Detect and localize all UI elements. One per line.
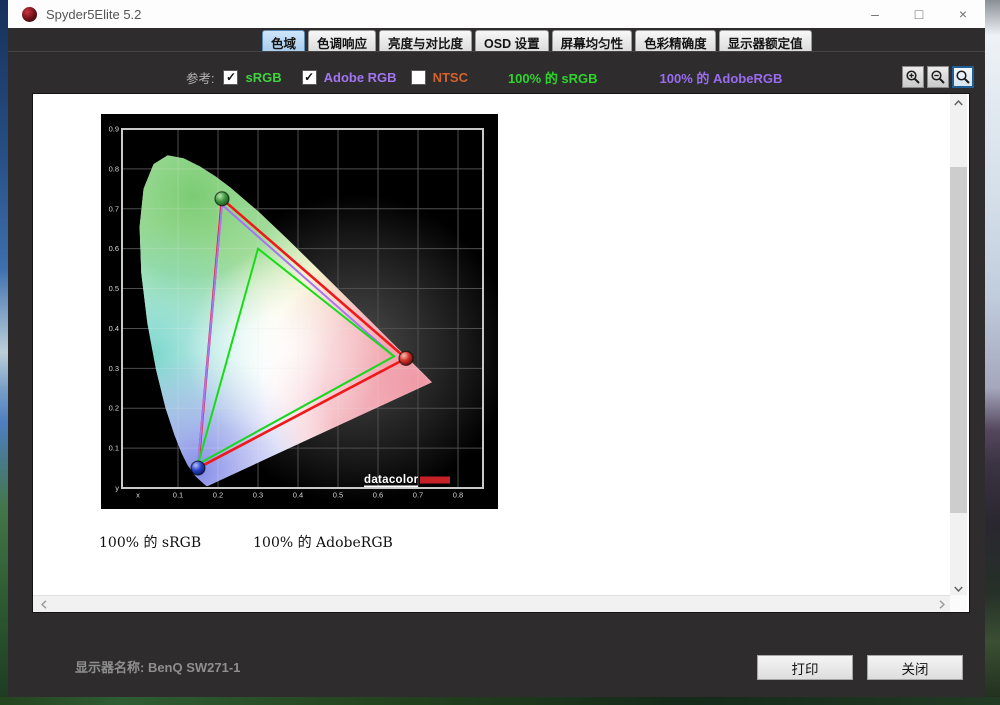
reference-checkbox-label: Adobe RGB bbox=[324, 70, 397, 85]
y-axis-label: y bbox=[115, 484, 119, 493]
zoom-in-icon bbox=[905, 69, 921, 85]
x-axis-tick-label: 0.8 bbox=[453, 491, 463, 500]
reference-checkbox[interactable] bbox=[223, 70, 238, 85]
reference-option: NTSC bbox=[411, 70, 468, 85]
zoom-out-icon bbox=[930, 69, 946, 85]
print-button[interactable]: 打印 bbox=[757, 655, 853, 680]
x-axis-label: x bbox=[136, 491, 140, 500]
x-axis-tick-label: 0.1 bbox=[173, 491, 183, 500]
window-controls: – □ × bbox=[853, 0, 985, 28]
reference-option: sRGB bbox=[223, 70, 281, 85]
x-axis-tick-label: 0.4 bbox=[293, 491, 303, 500]
reference-option: Adobe RGB bbox=[302, 70, 397, 85]
magnifier-icon bbox=[955, 69, 971, 85]
scroll-right-arrow-icon[interactable] bbox=[933, 596, 950, 613]
desktop-wallpaper-left bbox=[0, 0, 8, 705]
vertical-scroll-thumb[interactable] bbox=[950, 167, 967, 513]
reference-checkbox[interactable] bbox=[411, 70, 426, 85]
y-axis-tick-label: 0.4 bbox=[109, 324, 119, 333]
spyder-app-icon bbox=[22, 7, 37, 22]
tab-bar: 色域色调响应亮度与对比度OSD 设置屏幕均匀性色彩精确度显示器额定值 bbox=[8, 28, 985, 52]
tab-item[interactable]: 亮度与对比度 bbox=[379, 30, 472, 51]
tab-item[interactable]: 色调响应 bbox=[308, 30, 376, 51]
y-axis-tick-label: 0.1 bbox=[109, 444, 119, 453]
reference-label: 参考: bbox=[186, 68, 214, 87]
maximize-button[interactable]: □ bbox=[897, 0, 941, 28]
primary-marker-2 bbox=[191, 461, 205, 475]
datacolor-wordmark: datacolor bbox=[364, 474, 419, 486]
desktop-background: Spyder5Elite 5.2 – □ × 色域色调响应亮度与对比度OSD 设… bbox=[0, 0, 1000, 705]
reference-toolbar: 参考: sRGBAdobe RGBNTSC 100% 的 sRGB100% 的 … bbox=[8, 64, 985, 90]
close-window-button[interactable]: × bbox=[941, 0, 985, 28]
chromaticity-chart: datacolor 0.1 0.2 0.3 0.4 0.5 0.6 0.7 0.8 0.1 0.2… bbox=[101, 114, 498, 509]
zoom-out-button[interactable] bbox=[927, 66, 949, 88]
reference-checkbox-group: sRGB Adobe RGB NTSC bbox=[214, 70, 467, 85]
cie-diagram-svg: datacolor 0.1 0.2 0.3 0.4 0.5 0.6 0.7 0.8 0.1 0.2… bbox=[101, 114, 498, 509]
logo-underline bbox=[364, 486, 418, 488]
app-window: Spyder5Elite 5.2 – □ × 色域色调响应亮度与对比度OSD 设… bbox=[8, 0, 985, 697]
zoom-reset-button[interactable] bbox=[952, 66, 974, 88]
vertical-scrollbar[interactable] bbox=[950, 94, 967, 597]
window-title: Spyder5Elite 5.2 bbox=[46, 7, 141, 22]
scroll-left-arrow-icon[interactable] bbox=[35, 596, 52, 613]
logo-red-bar bbox=[420, 477, 450, 484]
primary-marker-0 bbox=[215, 192, 229, 206]
tab-item[interactable]: 屏幕均匀性 bbox=[552, 30, 633, 51]
x-axis-tick-label: 0.3 bbox=[253, 491, 263, 500]
reference-checkbox-label: sRGB bbox=[245, 70, 281, 85]
horizontal-scrollbar[interactable] bbox=[33, 595, 952, 612]
content-panel: datacolor 0.1 0.2 0.3 0.4 0.5 0.6 0.7 0.8 0.1 0.2… bbox=[32, 93, 970, 613]
tab-item[interactable]: 色域 bbox=[262, 30, 305, 51]
tab-item[interactable]: 色彩精确度 bbox=[635, 30, 716, 51]
tab-item[interactable]: OSD 设置 bbox=[475, 30, 549, 51]
scroll-up-arrow-icon[interactable] bbox=[950, 94, 967, 111]
x-axis-tick-label: 0.2 bbox=[213, 491, 223, 500]
y-axis-tick-label: 0.5 bbox=[109, 284, 119, 293]
y-axis-tick-label: 0.7 bbox=[109, 204, 119, 213]
title-bar: Spyder5Elite 5.2 – □ × bbox=[8, 0, 985, 28]
zoom-in-button[interactable] bbox=[902, 66, 924, 88]
desktop-wallpaper-bottom bbox=[0, 697, 1000, 705]
gamut-coverage-result: 100% 的 sRGB bbox=[508, 68, 598, 87]
y-axis-tick-label: 0.8 bbox=[109, 164, 119, 173]
reference-checkbox-label: NTSC bbox=[433, 70, 468, 85]
y-axis-tick-label: 0.3 bbox=[109, 364, 119, 373]
close-button[interactable]: 关闭 bbox=[867, 655, 963, 680]
minimize-button[interactable]: – bbox=[853, 0, 897, 28]
y-axis-tick-label: 0.9 bbox=[109, 124, 119, 133]
y-axis-tick-label: 0.6 bbox=[109, 244, 119, 253]
primary-marker-1 bbox=[399, 351, 413, 365]
gamut-result-caption: 100% 的 sRGB 100% 的 AdobeRGB bbox=[99, 532, 445, 552]
caption-item: 100% 的 AdobeRGB bbox=[253, 535, 393, 551]
y-axis-tick-label: 0.2 bbox=[109, 404, 119, 413]
caption-item: 100% 的 sRGB bbox=[99, 535, 201, 551]
x-axis-tick-label: 0.6 bbox=[373, 491, 383, 500]
zoom-toolbar bbox=[902, 66, 974, 88]
scrollbar-corner bbox=[950, 595, 967, 612]
gamut-result-group: 100% 的 sRGB 100% 的 AdobeRGB bbox=[468, 68, 782, 87]
x-axis-tick-label: 0.5 bbox=[333, 491, 343, 500]
monitor-name-label: 显示器名称: BenQ SW271-1 bbox=[75, 657, 240, 676]
reference-checkbox[interactable] bbox=[302, 70, 317, 85]
tab-item[interactable]: 显示器额定值 bbox=[719, 30, 812, 51]
gamut-coverage-result: 100% 的 AdobeRGB bbox=[660, 68, 783, 87]
x-axis-tick-label: 0.7 bbox=[413, 491, 423, 500]
desktop-wallpaper-right bbox=[985, 0, 1000, 705]
app-body: 色域色调响应亮度与对比度OSD 设置屏幕均匀性色彩精确度显示器额定值 参考: s… bbox=[8, 28, 985, 697]
